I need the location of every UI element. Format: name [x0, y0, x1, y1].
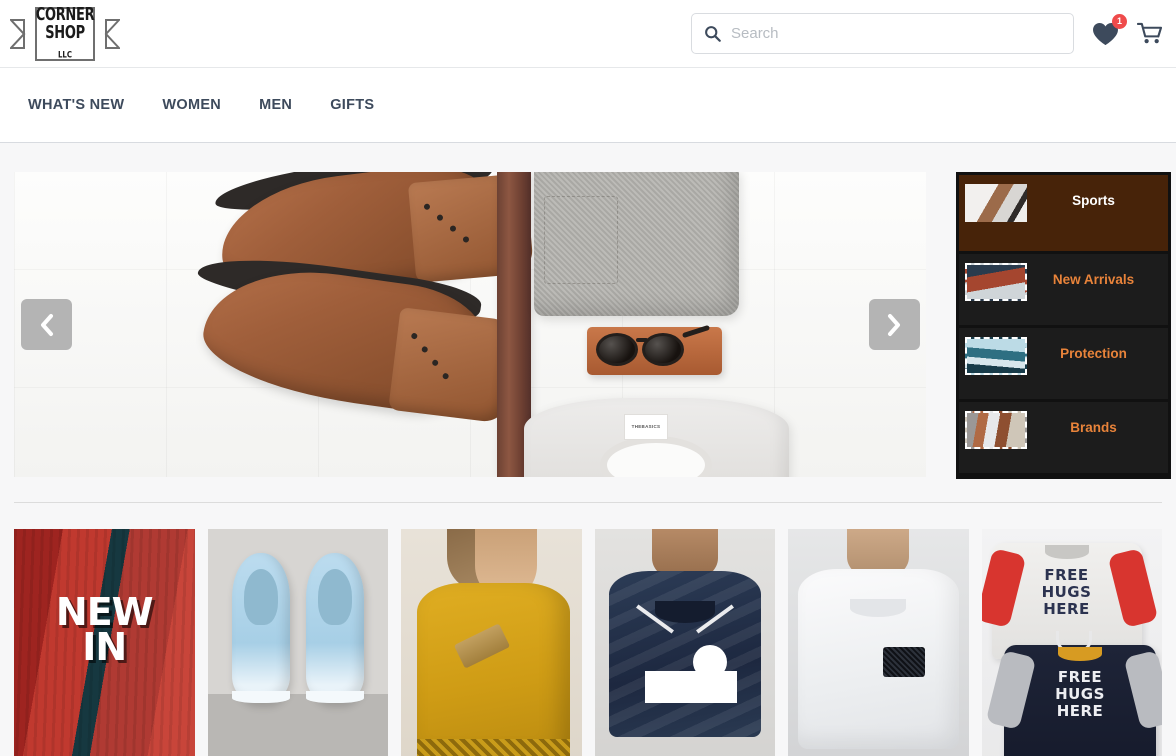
- tee-line-3: HERE: [1056, 701, 1104, 720]
- product-image: [207, 529, 388, 756]
- kids-tee-navy: FREE HUGS HERE: [985, 631, 1162, 756]
- product-image: [788, 529, 969, 756]
- product-image: [401, 529, 582, 756]
- carousel-prev-button[interactable]: [21, 299, 72, 350]
- main-navigation: WHAT'S NEW WOMEN MEN GIFTS: [0, 67, 1176, 143]
- product-tile-kids-tees[interactable]: FREE HUGS HERE FREE HUGS HERE: [981, 529, 1162, 756]
- wishlist-badge: 1: [1112, 13, 1127, 29]
- tee-line-1: FREE: [1057, 668, 1103, 686]
- category-label: Sports: [1072, 193, 1115, 208]
- tee-line-3: HERE: [1043, 599, 1090, 618]
- tee-line-2: HUGS: [1055, 684, 1105, 703]
- hero-slide-image: THE BASICS: [14, 172, 926, 477]
- hero-section: THE BASICS Sports New Arrivals Protectio…: [0, 143, 1176, 479]
- product-grid: NEW IN FREE HUGS HERE FREE HUGS HERE: [0, 503, 1176, 756]
- tag-line-1: THE: [631, 423, 642, 429]
- category-item-brands[interactable]: Brands: [959, 402, 1168, 473]
- tshirt-brand-tag: THE BASICS: [624, 414, 668, 440]
- search-icon: [704, 25, 721, 42]
- search-bar[interactable]: [691, 13, 1074, 54]
- category-item-sports[interactable]: Sports: [959, 175, 1168, 251]
- nav-item-women[interactable]: WOMEN: [162, 97, 221, 113]
- site-logo[interactable]: CORNER SHOP LLC: [10, 5, 120, 63]
- basics-tshirt: THE BASICS: [524, 398, 789, 477]
- logo-line-2: SHOP: [45, 23, 85, 44]
- product-tile-white-sweatshirt[interactable]: [788, 529, 969, 756]
- main-content: THE BASICS Sports New Arrivals Protectio…: [0, 143, 1176, 756]
- logo-line-1: CORNER: [35, 5, 95, 26]
- category-item-new-arrivals[interactable]: New Arrivals: [959, 254, 1168, 325]
- category-thumbnail: [965, 184, 1027, 222]
- product-tile-blue-sneakers[interactable]: [207, 529, 388, 756]
- caption-line-2: IN: [82, 624, 127, 669]
- chevron-left-icon: [41, 313, 53, 336]
- site-header: CORNER SHOP LLC 1: [0, 0, 1176, 67]
- product-tile-navy-jersey[interactable]: [594, 529, 775, 756]
- search-input[interactable]: [731, 25, 1061, 42]
- ribbon-right-icon: [104, 18, 120, 49]
- product-image: FREE HUGS HERE FREE HUGS HERE: [981, 529, 1162, 756]
- tee-print-text: FREE HUGS HERE: [992, 567, 1142, 617]
- nav-item-whats-new[interactable]: WHAT'S NEW: [28, 97, 124, 113]
- category-label: Protection: [1060, 346, 1127, 361]
- product-image: [594, 529, 775, 756]
- carousel-next-button[interactable]: [869, 299, 920, 350]
- tee-print-text: FREE HUGS HERE: [1004, 669, 1156, 719]
- shopping-cart-icon: [1137, 22, 1162, 44]
- nav-item-gifts[interactable]: GIFTS: [330, 97, 374, 113]
- product-tile-new-in[interactable]: NEW IN: [14, 529, 195, 756]
- hero-carousel[interactable]: THE BASICS: [14, 172, 926, 477]
- product-tile-caption: NEW IN: [14, 593, 195, 666]
- category-thumbnail: [965, 337, 1027, 375]
- sunglasses: [596, 324, 711, 366]
- chevron-right-icon: [888, 313, 900, 336]
- tee-line-1: FREE: [1044, 566, 1089, 584]
- logo-badge: CORNER SHOP LLC: [35, 5, 95, 61]
- category-panel: Sports New Arrivals Protection Brands: [956, 172, 1171, 479]
- product-tile-yellow-top[interactable]: [401, 529, 582, 756]
- category-label: Brands: [1070, 420, 1117, 435]
- nav-item-men[interactable]: MEN: [259, 97, 292, 113]
- category-thumbnail: [965, 263, 1027, 301]
- folded-trousers: [534, 172, 739, 316]
- category-item-protection[interactable]: Protection: [959, 328, 1168, 399]
- cart-button[interactable]: [1137, 22, 1162, 45]
- logo-line-3: LLC: [57, 49, 73, 61]
- tee-line-2: HUGS: [1041, 582, 1092, 601]
- category-thumbnail: [965, 411, 1027, 449]
- wishlist-button[interactable]: 1: [1092, 13, 1127, 46]
- header-actions: 1: [691, 13, 1162, 54]
- tag-line-2: BASICS: [641, 423, 661, 429]
- category-label: New Arrivals: [1052, 272, 1135, 287]
